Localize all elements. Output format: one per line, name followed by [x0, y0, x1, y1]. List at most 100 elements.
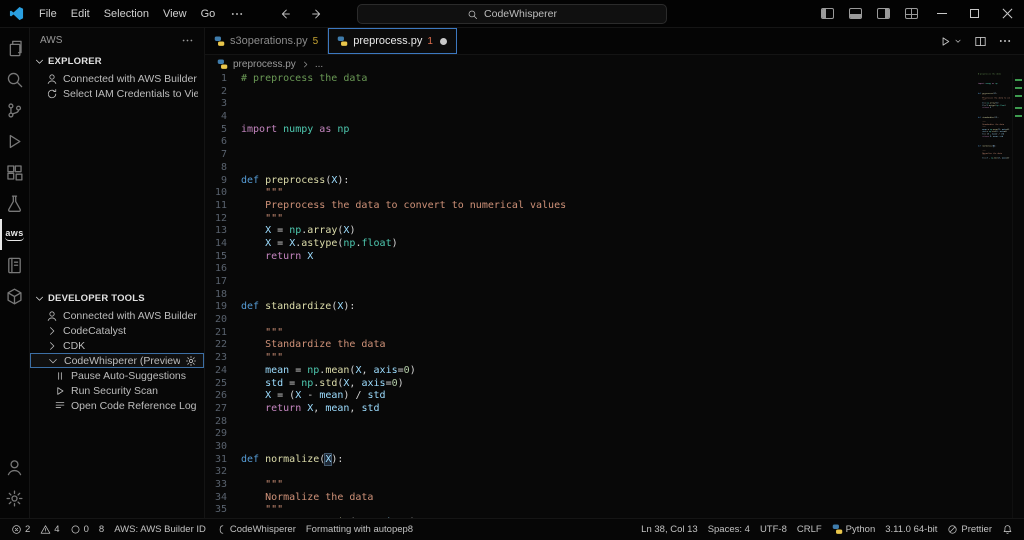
code-line[interactable]: 16	[205, 263, 964, 276]
status-interpreter[interactable]: 3.11.0 64-bit	[880, 519, 942, 540]
code-line[interactable]: 1# preprocess the data	[205, 73, 964, 86]
status-codewhisperer[interactable]: CodeWhisperer	[211, 519, 301, 540]
modified-dot-icon[interactable]	[440, 38, 447, 45]
activity-notebook[interactable]	[0, 250, 29, 281]
status-notifications[interactable]	[997, 519, 1018, 540]
activity-search[interactable]	[0, 64, 29, 95]
gear-icon[interactable]	[185, 355, 197, 367]
activity-aws-toolkit[interactable]: aws	[0, 219, 29, 250]
minimize-button[interactable]	[925, 0, 958, 27]
editor[interactable]: 1# preprocess the data2345import numpy a…	[205, 73, 1024, 518]
split-editor-button[interactable]	[974, 35, 987, 48]
sidebar-item[interactable]: Connected with AWS Builder ID	[30, 71, 204, 86]
code-line[interactable]: 32	[205, 466, 964, 479]
code-line[interactable]: 8	[205, 162, 964, 175]
code-line[interactable]: 18	[205, 289, 964, 302]
code-line[interactable]: 13 X = np.array(X)	[205, 225, 964, 238]
menu-overflow-button[interactable]	[222, 7, 252, 21]
code-line[interactable]: 25 std = np.std(X, axis=0)	[205, 378, 964, 391]
code-line[interactable]: 10 """	[205, 187, 964, 200]
code-line[interactable]: 4	[205, 111, 964, 124]
sidebar-item[interactable]: Pause Auto-Suggestions	[30, 368, 204, 383]
toggle-secondary-sidebar-button[interactable]	[869, 0, 897, 27]
command-center-search[interactable]: CodeWhisperer	[357, 4, 667, 24]
menu-go[interactable]: Go	[194, 8, 223, 20]
activity-explorer[interactable]	[0, 33, 29, 64]
toggle-sidebar-button[interactable]	[813, 0, 841, 27]
activity-run-debug[interactable]	[0, 126, 29, 157]
breadcrumb-file[interactable]: preprocess.py	[233, 59, 296, 70]
status-encoding[interactable]: UTF-8	[755, 519, 792, 540]
sidebar-item[interactable]: CodeWhisperer (Preview)	[30, 353, 204, 368]
back-button[interactable]	[278, 7, 292, 21]
status-problems-warnings[interactable]: 4	[35, 519, 64, 540]
maximize-button[interactable]	[958, 0, 991, 27]
code-line[interactable]: 36 X = X - np.min(X, axis=0)	[205, 517, 964, 518]
code-line[interactable]: 35 """	[205, 504, 964, 517]
activity-settings[interactable]	[0, 483, 29, 514]
status-cursor-position[interactable]: Ln 38, Col 13	[636, 519, 703, 540]
code-line[interactable]: 34 Normalize the data	[205, 492, 964, 505]
forward-button[interactable]	[310, 7, 324, 21]
menu-view[interactable]: View	[156, 8, 194, 20]
sidebar-more-button[interactable]	[181, 34, 194, 47]
sidebar-item[interactable]: CDK	[30, 338, 204, 353]
status-prettier[interactable]: Prettier	[942, 519, 997, 540]
code-line[interactable]: 11 Preprocess the data to convert to num…	[205, 200, 964, 213]
code-line[interactable]: 27 return X, mean, std	[205, 403, 964, 416]
code-line[interactable]: 26 X = (X - mean) / std	[205, 390, 964, 403]
status-indentation[interactable]: Spaces: 4	[703, 519, 755, 540]
status-language[interactable]: Python	[827, 519, 881, 540]
code-line[interactable]: 20	[205, 314, 964, 327]
code-line[interactable]: 22 Standardize the data	[205, 339, 964, 352]
code-line[interactable]: 9def preprocess(X):	[205, 175, 964, 188]
activity-extensions[interactable]	[0, 157, 29, 188]
activity-containers[interactable]	[0, 281, 29, 312]
tab-preprocess.py[interactable]: preprocess.py1	[328, 28, 457, 54]
code-line[interactable]: 15 return X	[205, 251, 964, 264]
more-actions-button[interactable]	[998, 34, 1012, 48]
activity-accounts[interactable]	[0, 452, 29, 483]
code-line[interactable]: 29	[205, 428, 964, 441]
code-line[interactable]: 19def standardize(X):	[205, 301, 964, 314]
tab-s3operations.py[interactable]: s3operations.py5	[205, 28, 328, 54]
code-line[interactable]: 6	[205, 136, 964, 149]
close-button[interactable]	[991, 0, 1024, 27]
code-line[interactable]: 33 """	[205, 479, 964, 492]
sidebar-item[interactable]: Connected with AWS Builder ID	[30, 308, 204, 323]
status-eol[interactable]: CRLF	[792, 519, 827, 540]
menu-file[interactable]: File	[32, 8, 64, 20]
code-line[interactable]: 5import numpy as np	[205, 124, 964, 137]
code-line[interactable]: 17	[205, 276, 964, 289]
menu-selection[interactable]: Selection	[97, 8, 156, 20]
section-header[interactable]: EXPLORER	[30, 52, 204, 71]
code-line[interactable]: 14 X = X.astype(np.float)	[205, 238, 964, 251]
breadcrumb-more[interactable]: ...	[315, 59, 323, 70]
activity-source-control[interactable]	[0, 95, 29, 126]
code-line[interactable]: 12 """	[205, 213, 964, 226]
overview-ruler[interactable]	[1012, 73, 1024, 518]
status-counter-eight[interactable]: 8	[94, 519, 109, 540]
minimap[interactable]: # preprocess the dataimport numpy as npd…	[978, 73, 1010, 203]
customize-layout-button[interactable]	[897, 0, 925, 27]
code-line[interactable]: 2	[205, 86, 964, 99]
sidebar-item[interactable]: Select IAM Credentials to View Reso...	[30, 86, 204, 101]
sidebar-item[interactable]: Run Security Scan	[30, 383, 204, 398]
activity-testing[interactable]	[0, 188, 29, 219]
code-line[interactable]: 23 """	[205, 352, 964, 365]
section-header[interactable]: DEVELOPER TOOLS	[30, 289, 204, 308]
toggle-panel-button[interactable]	[841, 0, 869, 27]
code-line[interactable]: 31def normalize(X):	[205, 454, 964, 467]
code-line[interactable]: 7	[205, 149, 964, 162]
sidebar-item[interactable]: CodeCatalyst	[30, 323, 204, 338]
code-line[interactable]: 30	[205, 441, 964, 454]
breadcrumb[interactable]: preprocess.py ...	[205, 55, 1024, 73]
code-line[interactable]: 21 """	[205, 327, 964, 340]
code-line[interactable]: 24 mean = np.mean(X, axis=0)	[205, 365, 964, 378]
sidebar-item[interactable]: Open Code Reference Log	[30, 398, 204, 413]
status-aws-connection[interactable]: AWS: AWS Builder ID	[109, 519, 211, 540]
status-problems-errors[interactable]: 2	[6, 519, 35, 540]
status-formatter[interactable]: Formatting with autopep8	[301, 519, 418, 540]
code-line[interactable]: 3	[205, 98, 964, 111]
run-python-file-button[interactable]	[939, 35, 963, 48]
